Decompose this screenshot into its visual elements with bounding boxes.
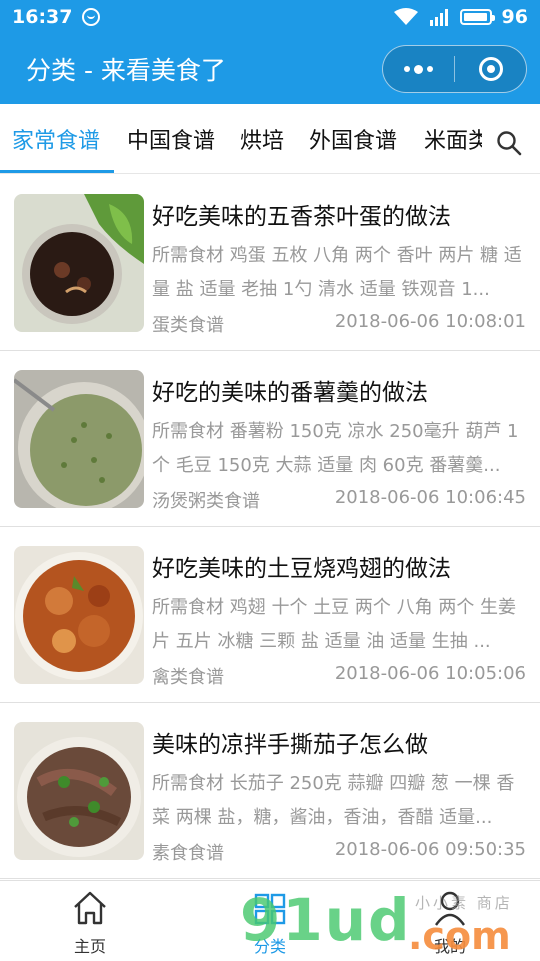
tab-baking[interactable]: 烘培: [240, 123, 284, 155]
tab-foreign-recipes[interactable]: 外国食谱: [309, 123, 397, 155]
recipe-category: 汤煲粥类食谱: [152, 491, 260, 512]
home-icon: [74, 891, 106, 925]
recipe-title: 好吃美味的土豆烧鸡翅的做法: [152, 556, 451, 582]
wifi-icon: [393, 8, 418, 25]
more-dots-icon: [404, 64, 433, 74]
category-tabs: 家常食谱 中国食谱 烘培 外国食谱 米面类: [0, 104, 540, 174]
clock: 16:37: [12, 6, 73, 28]
navigation-bar: 分类 - 来看美食了: [0, 34, 540, 104]
bottom-tab-bar: 主页 分类 我的: [0, 880, 540, 960]
target-icon: [478, 57, 503, 81]
tab-rice-noodles[interactable]: 米面类: [424, 123, 482, 155]
recipe-thumbnail: [14, 194, 144, 332]
more-button[interactable]: [383, 46, 454, 92]
recipe-category: 蛋类食谱: [152, 315, 224, 336]
tab-home-recipes[interactable]: 家常食谱: [12, 123, 100, 155]
recipe-thumbnail: [14, 546, 144, 684]
recipe-item[interactable]: 好吃美味的五香茶叶蛋的做法 所需食材 鸡蛋 五枚 八角 两个 香叶 两片 糖 适…: [0, 175, 540, 351]
recipe-item[interactable]: 好吃美味的土豆烧鸡翅的做法 所需食材 鸡翅 十个 土豆 两个 八角 两个 生姜片…: [0, 527, 540, 703]
recipe-thumbnail: [14, 370, 144, 508]
status-bar: 16:37 96: [0, 0, 540, 34]
search-icon[interactable]: [496, 130, 522, 156]
grid-icon: [254, 893, 286, 925]
tabbar-mine-label: 我的: [433, 937, 466, 956]
recipe-ingredients: 所需食材 鸡翅 十个 土豆 两个 八角 两个 生姜片 五片 冰糖 三颗 盐 适量…: [152, 597, 517, 652]
recipe-ingredients: 所需食材 鸡蛋 五枚 八角 两个 香叶 两片 糖 适量 盐 适量 老抽 1勺 清…: [152, 245, 522, 300]
recipe-date: 2018-06-06 10:05:06: [334, 663, 526, 684]
recipe-category: 禽类食谱: [152, 667, 224, 688]
battery-icon: [459, 9, 495, 25]
recipe-ingredients: 所需食材 长茄子 250克 蒜瓣 四瓣 葱 一棵 香菜 两棵 盐，糖，酱油，香油…: [152, 773, 515, 828]
recipe-list: 好吃美味的五香茶叶蛋的做法 所需食材 鸡蛋 五枚 八角 两个 香叶 两片 糖 适…: [0, 175, 540, 879]
battery-percent: 96: [501, 6, 528, 28]
tabbar-mine[interactable]: 我的: [390, 881, 510, 961]
recipe-title: 好吃美味的五香茶叶蛋的做法: [152, 204, 451, 230]
tabbar-category-label: 分类: [253, 937, 286, 956]
tab-chinese-recipes[interactable]: 中国食谱: [127, 123, 215, 155]
recipe-title: 美味的凉拌手撕茄子怎么做: [152, 732, 428, 758]
recipe-ingredients: 所需食材 番薯粉 150克 凉水 250毫升 葫芦 1个 毛豆 150克 大蒜 …: [152, 421, 519, 476]
close-miniprogram-button[interactable]: [455, 46, 526, 92]
user-icon: [435, 891, 465, 926]
recipe-item[interactable]: 美味的凉拌手撕茄子怎么做 所需食材 长茄子 250克 蒜瓣 四瓣 葱 一棵 香菜…: [0, 703, 540, 879]
tabbar-home[interactable]: 主页: [30, 881, 150, 961]
tabbar-home-label: 主页: [73, 937, 106, 956]
recipe-date: 2018-06-06 09:50:35: [334, 839, 526, 860]
active-tab-indicator: [0, 170, 114, 173]
miniprogram-capsule: [382, 45, 527, 93]
app-notification-icon: [82, 8, 101, 26]
recipe-title: 好吃的美味的番薯羹的做法: [152, 380, 428, 406]
recipe-date: 2018-06-06 10:08:01: [334, 311, 526, 332]
signal-icon: [429, 9, 448, 26]
recipe-category: 素食食谱: [152, 843, 224, 864]
recipe-item[interactable]: 好吃的美味的番薯羹的做法 所需食材 番薯粉 150克 凉水 250毫升 葫芦 1…: [0, 351, 540, 527]
recipe-thumbnail: [14, 722, 144, 860]
recipe-date: 2018-06-06 10:06:45: [334, 487, 526, 508]
tabbar-category[interactable]: 分类: [210, 881, 330, 961]
page-title: 分类 - 来看美食了: [26, 56, 226, 85]
